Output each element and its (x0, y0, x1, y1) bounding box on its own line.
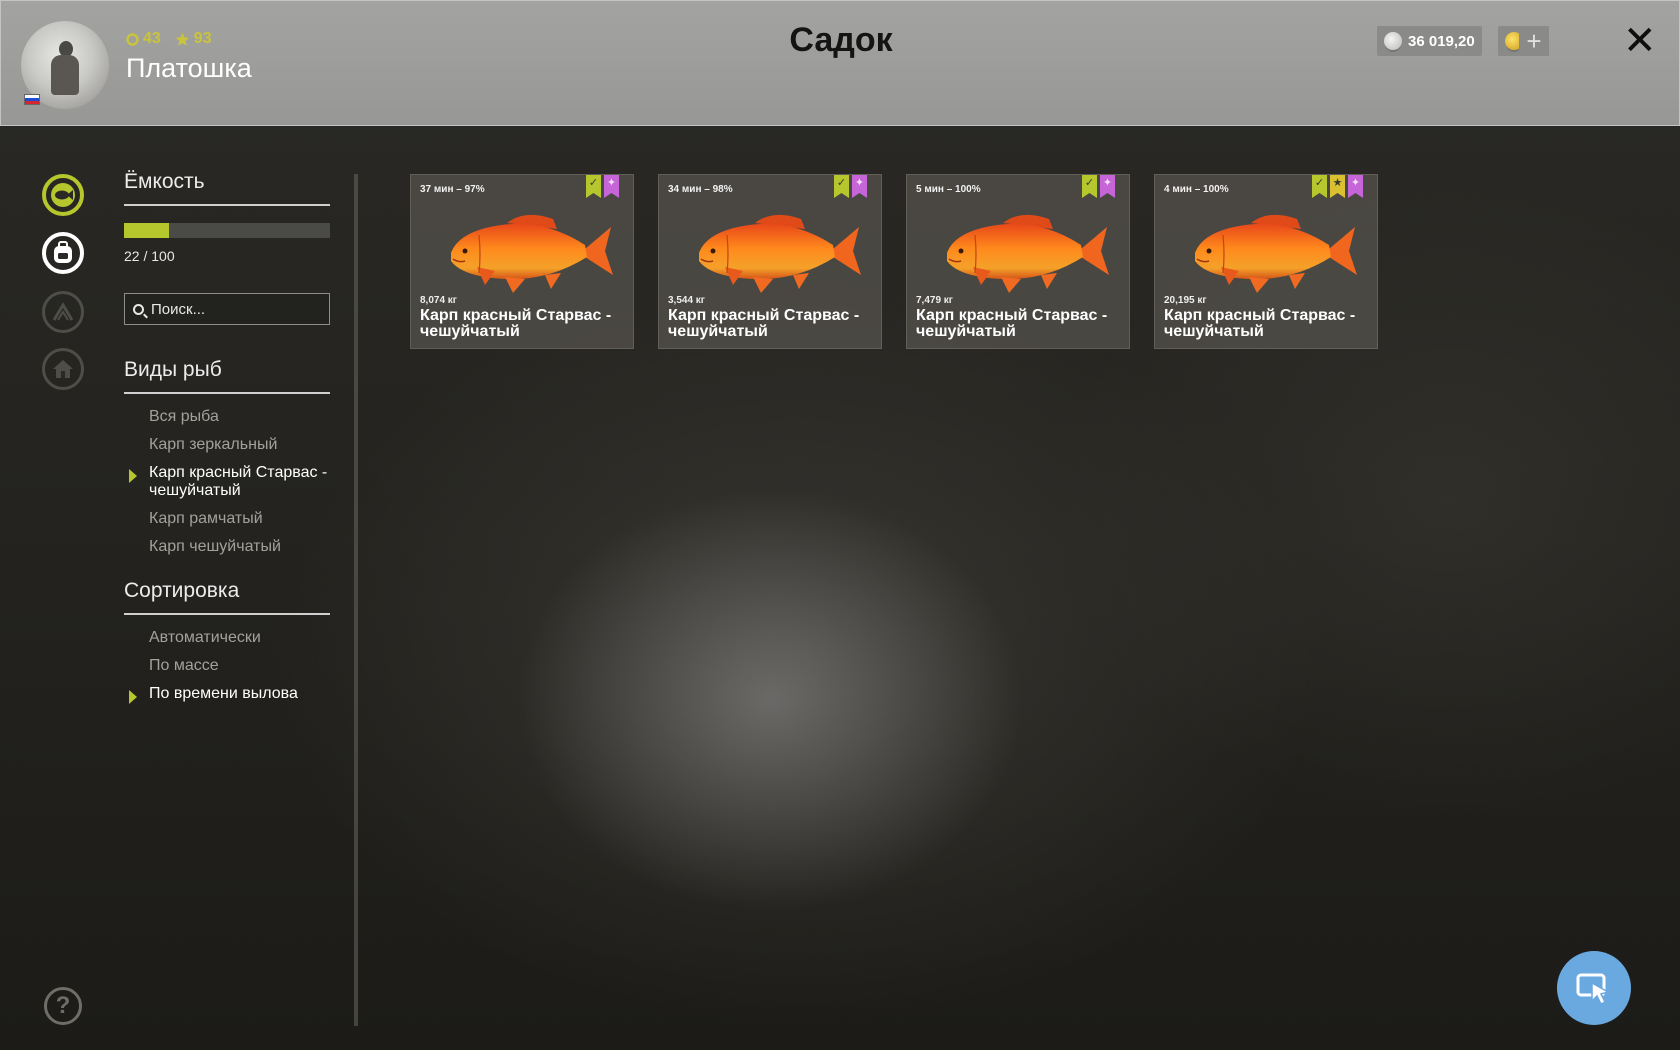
species-item-label: Карп зеркальный (149, 436, 278, 453)
species-item-label: Вся рыба (149, 408, 219, 425)
capacity-bar (124, 223, 330, 238)
backpack-icon (54, 241, 72, 263)
fish-image (1195, 214, 1357, 293)
purple-ribbon-icon: ✦ (604, 175, 619, 198)
capacity-title: Ёмкость (124, 170, 330, 206)
filter-panel: Ёмкость 22 / 100 Поиск... Виды рыб Вся р… (124, 170, 330, 713)
species-list: Вся рыба Карп зеркальный Карп красный Ст… (124, 408, 330, 556)
green-ribbon-icon: ✓ (834, 175, 849, 198)
search-placeholder: Поиск... (151, 300, 206, 318)
search-icon (133, 303, 144, 315)
fish-badges: ✓ ✦ (586, 175, 619, 198)
species-item-label: Карп рамчатый (149, 510, 263, 527)
fish-icon (51, 183, 75, 207)
species-title: Виды рыб (124, 358, 330, 394)
backpack-tab[interactable] (42, 232, 84, 274)
keepnet-tab[interactable] (42, 174, 84, 216)
cursor-mode-button[interactable] (1557, 951, 1631, 1025)
sort-item-weight[interactable]: По массе (124, 657, 330, 675)
purple-ribbon-icon: ✦ (1100, 175, 1115, 198)
fish-name: Карп красный Старвас - чешуйчатый (916, 307, 1108, 340)
home-tab[interactable] (42, 348, 84, 390)
fish-badges: ✓ ✦ (1082, 175, 1115, 198)
species-item-all[interactable]: Вся рыба (124, 408, 330, 426)
top-bar: 43 93 Платошка Садок 36 019,20 0 + ✕ (0, 0, 1680, 126)
search-input[interactable]: Поиск... (124, 293, 330, 325)
gold-ribbon-icon: ★ (1330, 175, 1345, 198)
species-item-frame-carp[interactable]: Карп рамчатый (124, 510, 330, 528)
chevron-rank-icon (52, 302, 74, 321)
green-ribbon-icon: ✓ (1082, 175, 1097, 198)
species-item-label: Карп чешуйчатый (149, 538, 281, 555)
sort-item-auto[interactable]: Автоматически (124, 629, 330, 647)
fish-weight: 7,479 кг (916, 295, 953, 306)
fish-image (947, 214, 1109, 293)
purple-ribbon-icon: ✦ (852, 175, 867, 198)
fish-badges: ✓ ✦ (834, 175, 867, 198)
cursor-icon (1576, 973, 1610, 1006)
fish-time: 34 мин – 98% (668, 184, 733, 195)
silver-coins-icon (1384, 32, 1402, 50)
silver-balance: 36 019,20 (1377, 26, 1482, 56)
close-button[interactable]: ✕ (1623, 19, 1657, 63)
fish-weight: 20,195 кг (1164, 295, 1207, 306)
fish-weight: 3,544 кг (668, 295, 705, 306)
fish-time: 5 мин – 100% (916, 184, 981, 195)
silver-amount: 36 019,20 (1408, 32, 1475, 50)
fish-card[interactable]: 5 мин – 100% ✓ ✦ 7,479 кг Карп красный Ст… (906, 174, 1130, 349)
species-item-mirror-carp[interactable]: Карп зеркальный (124, 436, 330, 454)
green-ribbon-icon: ✓ (1312, 175, 1327, 198)
fish-card[interactable]: 4 мин – 100% ✓ ★ ✦ 20,195 кг Карп красный … (1154, 174, 1378, 349)
fish-time: 37 мин – 97% (420, 184, 485, 195)
sort-item-label: По времени вылова (149, 685, 298, 702)
species-item-scaly-carp[interactable]: Карп чешуйчатый (124, 538, 330, 556)
sort-item-label: По массе (149, 657, 219, 674)
fish-time: 4 мин – 100% (1164, 184, 1229, 195)
avatar-figure-body (51, 55, 79, 95)
sort-title: Сортировка (124, 579, 330, 615)
fish-name: Карп красный Старвас - чешуйчатый (668, 307, 860, 340)
capacity-fill (124, 223, 170, 238)
species-item-label: Карп красный Старвас - чешуйчатый (149, 464, 328, 499)
green-ribbon-icon: ✓ (586, 175, 601, 198)
sort-list: Автоматически По массе По времени вылова (124, 629, 330, 704)
panel-divider (354, 174, 358, 1026)
fish-weight: 8,074 кг (420, 295, 457, 306)
capacity-text: 22 / 100 (124, 248, 175, 264)
help-button[interactable]: ? (44, 987, 82, 1025)
sort-item-catch-time[interactable]: По времени вылова (124, 685, 330, 704)
fish-image (451, 214, 613, 293)
fish-image (699, 214, 861, 293)
fish-card[interactable]: 34 мин – 98% ✓ ✦ 3,544 кг Карп красный Ст… (658, 174, 882, 349)
purple-ribbon-icon: ✦ (1348, 175, 1363, 198)
home-icon (53, 360, 73, 378)
add-gold-button[interactable]: + (1519, 26, 1549, 56)
fish-name: Карп красный Старвас - чешуйчатый (420, 307, 612, 340)
fish-name: Карп красный Старвас - чешуйчатый (1164, 307, 1356, 340)
sort-item-label: Автоматически (149, 629, 261, 646)
fish-badges: ✓ ★ ✦ (1312, 175, 1363, 198)
species-item-red-starvas-carp[interactable]: Карп красный Старвас - чешуйчатый (124, 464, 330, 500)
fish-card[interactable]: 37 мин – 97% ✓ ✦ 8,074 кг Карп красный Ст… (410, 174, 634, 349)
rank-tab[interactable] (42, 291, 84, 333)
country-flag-icon (24, 94, 40, 105)
